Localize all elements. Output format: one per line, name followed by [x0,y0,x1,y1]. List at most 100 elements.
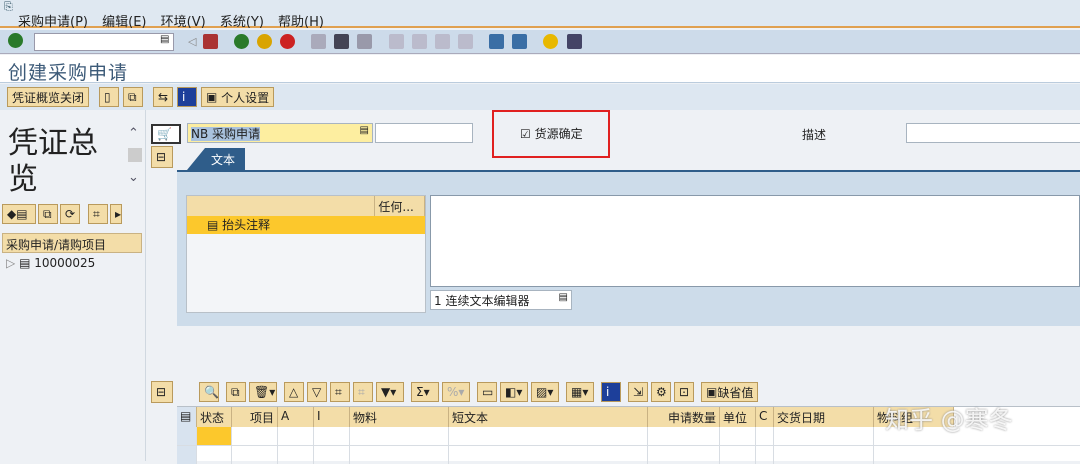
print-icon[interactable]: ▭ [477,382,497,402]
export-icon[interactable]: ▨▾ [531,382,559,402]
info-icon[interactable]: i [177,87,198,107]
sort-asc-icon[interactable]: △ [284,382,304,402]
items-toggle-icon[interactable]: ⊟ [151,381,173,403]
cart-icon[interactable]: 🛒 [151,124,181,144]
dropdown-icon[interactable]: ▤ [559,292,568,303]
find-icon[interactable]: ⌗ [88,204,108,224]
enter-icon[interactable] [8,33,23,48]
document-number-field[interactable] [375,123,473,143]
hold-icon[interactable]: ⧉ [123,87,144,107]
overview-title-line2: 览 [8,162,38,197]
copy-icon[interactable]: ⧉ [38,204,58,224]
find-next-icon[interactable]: ⌗ [353,382,373,402]
new-document-icon[interactable]: ▯ [99,87,120,107]
text-editor[interactable] [430,195,1080,287]
prev-page-icon[interactable] [411,34,427,49]
scroll-down-icon[interactable]: ⌄ [128,170,139,185]
close-overview-button[interactable]: 凭证概览关闭 [7,87,90,107]
column-unit[interactable]: 单位 [720,407,756,427]
copy-row-icon[interactable]: ⧉ [226,382,246,402]
back-icon[interactable] [233,34,249,49]
document-type-value: NB 采购申请 [191,127,261,141]
column-i[interactable]: I [314,407,350,427]
title-bar: 创建采购申请 [0,55,1080,84]
personal-settings-button[interactable]: ▣ 个人设置 [201,87,275,107]
cancel-icon[interactable] [280,34,296,49]
app-menu-icon[interactable]: ⎘ [4,0,13,14]
variant-icon[interactable]: ◆▤ [2,204,36,224]
other-req-icon[interactable]: ⇆ [153,87,174,107]
scrollbar-thumb[interactable] [128,148,142,162]
sum-icon[interactable]: Σ▾ [411,382,439,402]
layout-icon[interactable]: ▦▾ [566,382,594,402]
column-status[interactable]: 状态 [197,407,232,427]
release-icon[interactable]: ⊡ [674,382,694,402]
column-a[interactable]: A [278,407,314,427]
dropdown-icon[interactable]: ▤ [360,125,369,136]
save-icon[interactable] [202,34,218,49]
defaults-button[interactable]: ▣ 缺省值 [701,382,759,402]
filter-icon[interactable]: ▼▾ [376,382,404,402]
command-field[interactable] [34,33,174,51]
column-quantity[interactable]: 申请数量 [648,407,720,427]
document-type-select[interactable]: NB 采购申请 ▤ [187,123,373,143]
description-field[interactable] [906,123,1080,143]
header-toggle-icon[interactable]: ⊟ [151,146,173,168]
more-icon[interactable]: ▸ [110,204,122,224]
column-delivery-date[interactable]: 交货日期 [774,407,874,427]
column-material[interactable]: 物料 [350,407,449,427]
tree-header: 采购申请/请购项目 [2,233,142,253]
column-c[interactable]: C [756,407,774,427]
next-page-icon[interactable] [434,34,450,49]
editor-mode-value: 1 连续文本编辑器 [434,294,530,308]
help-icon[interactable] [543,34,559,49]
find-icon[interactable] [334,34,350,49]
subtotal-icon[interactable]: %▾ [442,382,470,402]
checkbox-checked-icon[interactable]: ☑ [520,127,531,141]
find-icon[interactable]: ⌗ [330,382,350,402]
tree-item[interactable]: ▷ ▤ 10000025 [6,256,95,270]
personal-settings-label: 个人设置 [221,90,270,105]
account-icon[interactable]: ⚙ [651,382,671,402]
menu-purchase-req[interactable]: 采购申请(P) [18,11,88,30]
menu-help[interactable]: 帮助(H) [278,11,324,30]
layout-icon[interactable] [566,34,582,49]
document-icon: ▤ [207,218,223,232]
command-dropdown-icon[interactable]: ▤ [160,34,169,45]
first-page-icon[interactable] [388,34,404,49]
info-icon[interactable]: i [601,382,621,402]
last-page-icon[interactable] [458,34,474,49]
column-item[interactable]: 项目 [232,407,278,427]
menu-edit[interactable]: 编辑(E) [102,11,146,30]
shortcut-icon[interactable] [512,34,528,49]
defaults-label: 缺省值 [717,385,754,400]
menu-bar: ⎘ 采购申请(P) 编辑(E) 环境(V) 系统(Y) 帮助(H) [0,0,1080,30]
menu-system[interactable]: 系统(Y) [220,11,264,30]
details-icon[interactable]: 🔍 [199,382,219,402]
print-icon[interactable] [311,34,327,49]
exit-icon[interactable] [256,34,272,49]
column-short-text[interactable]: 短文本 [449,407,648,427]
watermark: 知乎 @寒冬 [885,406,1013,434]
page-title: 创建采购申请 [8,62,129,84]
description-label: 描述 [802,128,827,142]
scroll-up-icon[interactable]: ⌃ [128,126,139,141]
source-determination-checkbox[interactable]: ☑ 货源确定 [520,125,583,142]
sort-desc-icon[interactable]: ▽ [307,382,327,402]
source-icon[interactable]: ⇲ [628,382,648,402]
find-next-icon[interactable] [357,34,373,49]
editor-mode-select[interactable]: 1 连续文本编辑器 ▤ [430,290,572,310]
table-row[interactable] [177,446,1080,464]
select-all-icon[interactable]: ▤ [177,407,197,427]
new-session-icon[interactable] [489,34,505,49]
menu-environment[interactable]: 环境(V) [161,11,206,30]
delete-icon[interactable]: 🗑▾ [249,382,277,402]
items-toolbar: 🔍 ⧉ 🗑▾ △ ▽ ⌗ ⌗ ▼▾ Σ▾ %▾ ▭ ◧▾ ▨▾ ▦▾ i ⇲ ⚙… [199,382,759,402]
text-row-header-note[interactable]: ▤ 抬头注释 [187,216,425,234]
refresh-icon[interactable]: ⟳ [60,204,80,224]
view-icon[interactable]: ◧▾ [500,382,528,402]
back-arrow-icon[interactable]: ◁ [188,35,196,48]
expand-icon[interactable]: ▷ [6,256,15,270]
overview-title-line1: 凭证总 [8,126,98,161]
tab-text[interactable]: 文本 [187,148,245,170]
